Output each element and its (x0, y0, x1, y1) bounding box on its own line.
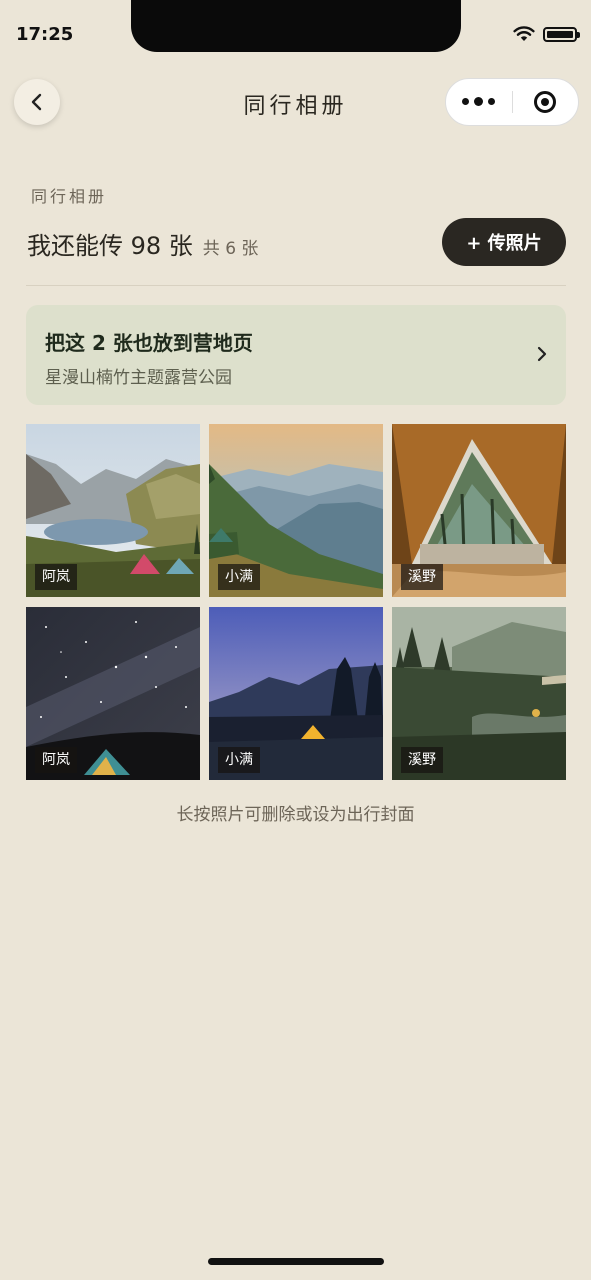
usage-hint: 长按照片可删除或设为出行封面 (176, 805, 415, 825)
target-icon (534, 91, 557, 113)
photo-thumbnail[interactable]: 阿岚 (26, 424, 200, 597)
battery-icon (543, 26, 580, 42)
miniprogram-capsule (445, 78, 579, 126)
close-miniprogram-button[interactable] (513, 91, 579, 113)
status-icons (513, 26, 580, 42)
total-count: 共 6 张 (202, 239, 259, 259)
upload-photo-button[interactable]: + 传照片 (442, 218, 566, 266)
upload-quota: 我还能传 98 张 共 6 张 (27, 226, 258, 261)
banner-subtitle: 星漫山楠竹主题露营公园 (45, 368, 232, 388)
chevron-right-icon (537, 346, 547, 362)
phone-screen: 17:25 同行相册 同行相册 我还能传 98 张 共 6 张 + 传照片 把这… (0, 0, 591, 1280)
photo-author-tag: 溪野 (401, 564, 443, 590)
photo-thumbnail[interactable]: 溪野 (392, 607, 566, 780)
photo-author-tag: 小满 (218, 747, 260, 773)
photo-thumbnail[interactable]: 小满 (209, 424, 383, 597)
photo-author-tag: 阿岚 (35, 747, 77, 773)
wifi-icon (513, 26, 535, 41)
notch (131, 0, 461, 52)
status-time: 17:25 (16, 24, 74, 45)
more-dots-icon (488, 98, 496, 105)
more-dots-icon (462, 98, 470, 105)
add-to-camp-banner[interactable]: 把这 2 张也放到营地页 星漫山楠竹主题露营公园 (26, 305, 566, 405)
photo-thumbnail[interactable]: 小满 (209, 607, 383, 780)
banner-title: 把这 2 张也放到营地页 (45, 331, 253, 355)
divider (26, 285, 566, 286)
photo-author-tag: 小满 (218, 564, 260, 590)
photo-thumbnail[interactable]: 阿岚 (26, 607, 200, 780)
more-menu-button[interactable] (446, 97, 512, 106)
home-indicator (208, 1258, 384, 1265)
photo-author-tag: 阿岚 (35, 564, 77, 590)
remaining-quota: 我还能传 98 张 (27, 232, 193, 260)
more-dots-icon (474, 97, 484, 106)
photo-author-tag: 溪野 (401, 747, 443, 773)
photo-thumbnail[interactable]: 溪野 (392, 424, 566, 597)
section-label: 同行相册 (31, 187, 108, 206)
